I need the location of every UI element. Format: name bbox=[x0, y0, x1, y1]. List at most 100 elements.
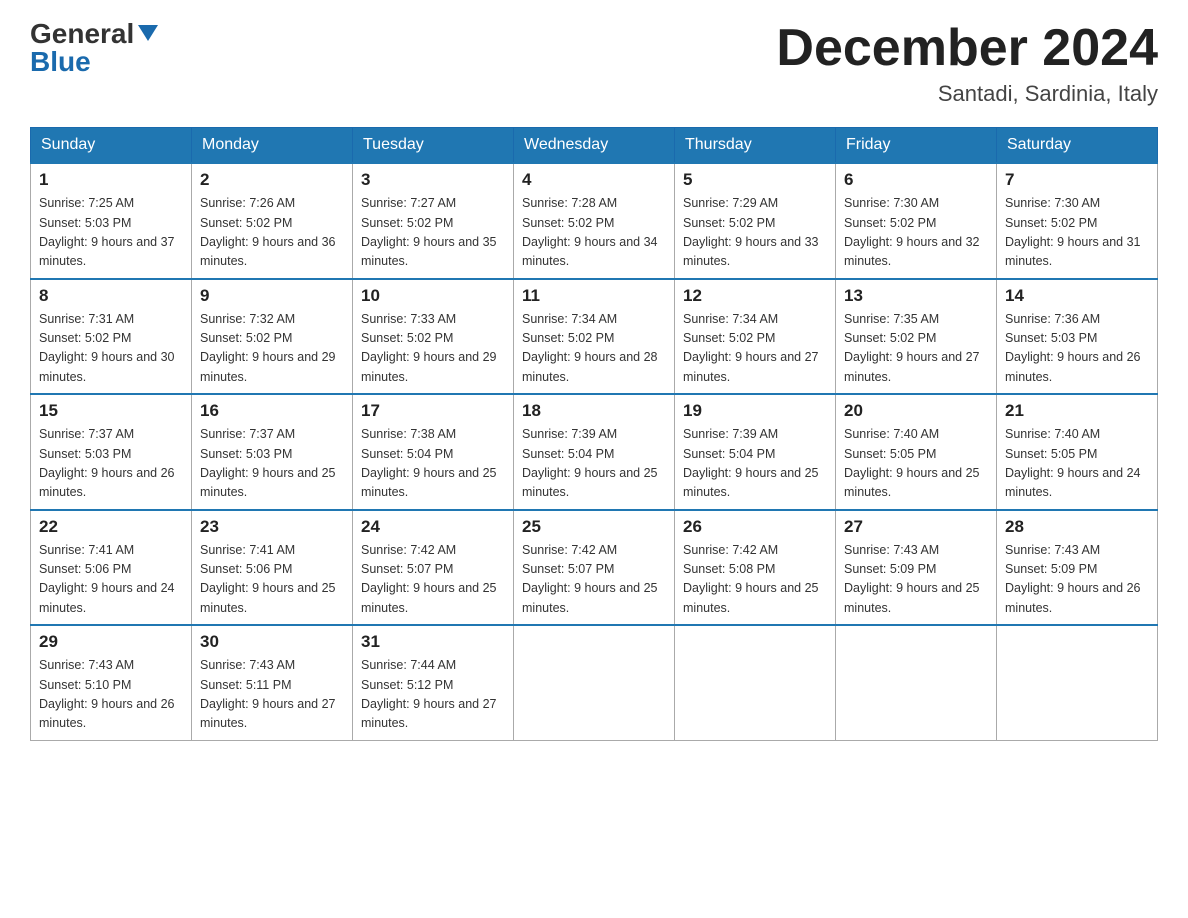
day-info: Sunrise: 7:28 AMSunset: 5:02 PMDaylight:… bbox=[522, 196, 658, 268]
calendar-table: Sunday Monday Tuesday Wednesday Thursday… bbox=[30, 127, 1158, 741]
table-cell: 24 Sunrise: 7:42 AMSunset: 5:07 PMDaylig… bbox=[353, 510, 514, 626]
day-info: Sunrise: 7:41 AMSunset: 5:06 PMDaylight:… bbox=[200, 543, 336, 615]
day-info: Sunrise: 7:29 AMSunset: 5:02 PMDaylight:… bbox=[683, 196, 819, 268]
week-row-3: 15 Sunrise: 7:37 AMSunset: 5:03 PMDaylig… bbox=[31, 394, 1158, 510]
day-number: 20 bbox=[844, 401, 988, 421]
table-cell: 31 Sunrise: 7:44 AMSunset: 5:12 PMDaylig… bbox=[353, 625, 514, 740]
day-number: 24 bbox=[361, 517, 505, 537]
day-info: Sunrise: 7:31 AMSunset: 5:02 PMDaylight:… bbox=[39, 312, 175, 384]
day-info: Sunrise: 7:34 AMSunset: 5:02 PMDaylight:… bbox=[683, 312, 819, 384]
day-number: 28 bbox=[1005, 517, 1149, 537]
week-row-4: 22 Sunrise: 7:41 AMSunset: 5:06 PMDaylig… bbox=[31, 510, 1158, 626]
day-number: 8 bbox=[39, 286, 183, 306]
day-number: 31 bbox=[361, 632, 505, 652]
logo-blue-text: Blue bbox=[30, 48, 91, 76]
day-info: Sunrise: 7:25 AMSunset: 5:03 PMDaylight:… bbox=[39, 196, 175, 268]
day-info: Sunrise: 7:43 AMSunset: 5:10 PMDaylight:… bbox=[39, 658, 175, 730]
table-cell: 12 Sunrise: 7:34 AMSunset: 5:02 PMDaylig… bbox=[675, 279, 836, 395]
day-number: 15 bbox=[39, 401, 183, 421]
day-info: Sunrise: 7:44 AMSunset: 5:12 PMDaylight:… bbox=[361, 658, 497, 730]
day-info: Sunrise: 7:27 AMSunset: 5:02 PMDaylight:… bbox=[361, 196, 497, 268]
day-number: 5 bbox=[683, 170, 827, 190]
day-number: 30 bbox=[200, 632, 344, 652]
table-cell: 19 Sunrise: 7:39 AMSunset: 5:04 PMDaylig… bbox=[675, 394, 836, 510]
day-number: 3 bbox=[361, 170, 505, 190]
table-cell: 2 Sunrise: 7:26 AMSunset: 5:02 PMDayligh… bbox=[192, 163, 353, 279]
day-info: Sunrise: 7:42 AMSunset: 5:08 PMDaylight:… bbox=[683, 543, 819, 615]
day-info: Sunrise: 7:32 AMSunset: 5:02 PMDaylight:… bbox=[200, 312, 336, 384]
day-info: Sunrise: 7:36 AMSunset: 5:03 PMDaylight:… bbox=[1005, 312, 1141, 384]
header-sunday: Sunday bbox=[31, 128, 192, 164]
day-number: 9 bbox=[200, 286, 344, 306]
day-info: Sunrise: 7:35 AMSunset: 5:02 PMDaylight:… bbox=[844, 312, 980, 384]
day-info: Sunrise: 7:42 AMSunset: 5:07 PMDaylight:… bbox=[361, 543, 497, 615]
header-tuesday: Tuesday bbox=[353, 128, 514, 164]
week-row-1: 1 Sunrise: 7:25 AMSunset: 5:03 PMDayligh… bbox=[31, 163, 1158, 279]
table-cell: 14 Sunrise: 7:36 AMSunset: 5:03 PMDaylig… bbox=[997, 279, 1158, 395]
table-cell: 18 Sunrise: 7:39 AMSunset: 5:04 PMDaylig… bbox=[514, 394, 675, 510]
table-cell: 17 Sunrise: 7:38 AMSunset: 5:04 PMDaylig… bbox=[353, 394, 514, 510]
day-number: 13 bbox=[844, 286, 988, 306]
logo-general-text: General bbox=[30, 20, 134, 48]
table-cell: 15 Sunrise: 7:37 AMSunset: 5:03 PMDaylig… bbox=[31, 394, 192, 510]
day-number: 29 bbox=[39, 632, 183, 652]
header-friday: Friday bbox=[836, 128, 997, 164]
table-cell: 7 Sunrise: 7:30 AMSunset: 5:02 PMDayligh… bbox=[997, 163, 1158, 279]
day-number: 16 bbox=[200, 401, 344, 421]
table-cell: 28 Sunrise: 7:43 AMSunset: 5:09 PMDaylig… bbox=[997, 510, 1158, 626]
table-cell bbox=[836, 625, 997, 740]
day-number: 17 bbox=[361, 401, 505, 421]
table-cell: 30 Sunrise: 7:43 AMSunset: 5:11 PMDaylig… bbox=[192, 625, 353, 740]
day-number: 21 bbox=[1005, 401, 1149, 421]
day-info: Sunrise: 7:37 AMSunset: 5:03 PMDaylight:… bbox=[200, 427, 336, 499]
day-number: 14 bbox=[1005, 286, 1149, 306]
day-number: 12 bbox=[683, 286, 827, 306]
table-cell: 6 Sunrise: 7:30 AMSunset: 5:02 PMDayligh… bbox=[836, 163, 997, 279]
week-row-5: 29 Sunrise: 7:43 AMSunset: 5:10 PMDaylig… bbox=[31, 625, 1158, 740]
day-number: 11 bbox=[522, 286, 666, 306]
page-header: General Blue December 2024 Santadi, Sard… bbox=[30, 20, 1158, 107]
day-info: Sunrise: 7:38 AMSunset: 5:04 PMDaylight:… bbox=[361, 427, 497, 499]
table-cell: 8 Sunrise: 7:31 AMSunset: 5:02 PMDayligh… bbox=[31, 279, 192, 395]
table-cell: 20 Sunrise: 7:40 AMSunset: 5:05 PMDaylig… bbox=[836, 394, 997, 510]
calendar-header-row: Sunday Monday Tuesday Wednesday Thursday… bbox=[31, 128, 1158, 164]
day-info: Sunrise: 7:26 AMSunset: 5:02 PMDaylight:… bbox=[200, 196, 336, 268]
table-cell: 16 Sunrise: 7:37 AMSunset: 5:03 PMDaylig… bbox=[192, 394, 353, 510]
table-cell: 21 Sunrise: 7:40 AMSunset: 5:05 PMDaylig… bbox=[997, 394, 1158, 510]
day-number: 23 bbox=[200, 517, 344, 537]
day-info: Sunrise: 7:30 AMSunset: 5:02 PMDaylight:… bbox=[844, 196, 980, 268]
day-number: 22 bbox=[39, 517, 183, 537]
day-info: Sunrise: 7:43 AMSunset: 5:09 PMDaylight:… bbox=[844, 543, 980, 615]
header-thursday: Thursday bbox=[675, 128, 836, 164]
day-info: Sunrise: 7:37 AMSunset: 5:03 PMDaylight:… bbox=[39, 427, 175, 499]
day-number: 4 bbox=[522, 170, 666, 190]
table-cell: 13 Sunrise: 7:35 AMSunset: 5:02 PMDaylig… bbox=[836, 279, 997, 395]
day-number: 10 bbox=[361, 286, 505, 306]
logo-triangle-icon bbox=[138, 25, 158, 41]
table-cell: 11 Sunrise: 7:34 AMSunset: 5:02 PMDaylig… bbox=[514, 279, 675, 395]
table-cell: 4 Sunrise: 7:28 AMSunset: 5:02 PMDayligh… bbox=[514, 163, 675, 279]
week-row-2: 8 Sunrise: 7:31 AMSunset: 5:02 PMDayligh… bbox=[31, 279, 1158, 395]
day-info: Sunrise: 7:41 AMSunset: 5:06 PMDaylight:… bbox=[39, 543, 175, 615]
day-info: Sunrise: 7:34 AMSunset: 5:02 PMDaylight:… bbox=[522, 312, 658, 384]
table-cell: 29 Sunrise: 7:43 AMSunset: 5:10 PMDaylig… bbox=[31, 625, 192, 740]
table-cell: 27 Sunrise: 7:43 AMSunset: 5:09 PMDaylig… bbox=[836, 510, 997, 626]
day-number: 25 bbox=[522, 517, 666, 537]
header-monday: Monday bbox=[192, 128, 353, 164]
table-cell bbox=[675, 625, 836, 740]
table-cell: 3 Sunrise: 7:27 AMSunset: 5:02 PMDayligh… bbox=[353, 163, 514, 279]
day-number: 27 bbox=[844, 517, 988, 537]
day-number: 19 bbox=[683, 401, 827, 421]
month-year-title: December 2024 bbox=[776, 20, 1158, 77]
day-number: 26 bbox=[683, 517, 827, 537]
header-wednesday: Wednesday bbox=[514, 128, 675, 164]
day-number: 2 bbox=[200, 170, 344, 190]
day-info: Sunrise: 7:30 AMSunset: 5:02 PMDaylight:… bbox=[1005, 196, 1141, 268]
day-info: Sunrise: 7:40 AMSunset: 5:05 PMDaylight:… bbox=[844, 427, 980, 499]
day-info: Sunrise: 7:43 AMSunset: 5:11 PMDaylight:… bbox=[200, 658, 336, 730]
table-cell: 23 Sunrise: 7:41 AMSunset: 5:06 PMDaylig… bbox=[192, 510, 353, 626]
table-cell: 9 Sunrise: 7:32 AMSunset: 5:02 PMDayligh… bbox=[192, 279, 353, 395]
day-info: Sunrise: 7:42 AMSunset: 5:07 PMDaylight:… bbox=[522, 543, 658, 615]
table-cell: 26 Sunrise: 7:42 AMSunset: 5:08 PMDaylig… bbox=[675, 510, 836, 626]
day-info: Sunrise: 7:39 AMSunset: 5:04 PMDaylight:… bbox=[683, 427, 819, 499]
